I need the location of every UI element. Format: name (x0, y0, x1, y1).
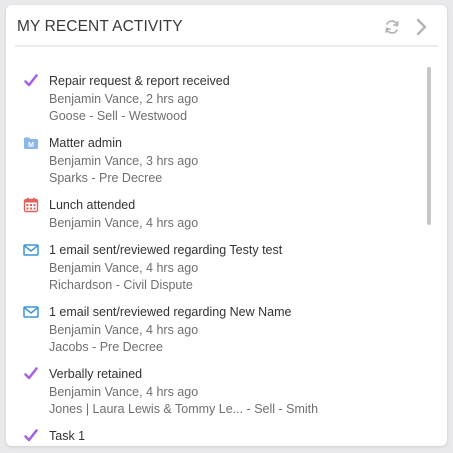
activity-matter: Jacobs - Pre Decree (49, 340, 163, 354)
activity-list: Repair request & report received Benjami… (6, 47, 447, 446)
activity-author-time: Benjamin Vance, 4 hrs ago (49, 323, 199, 337)
activity-author-time: Benjamin Vance, 2 hrs ago (49, 92, 199, 106)
svg-text:M: M (28, 142, 34, 149)
activity-author-time: Benjamin Vance, 4 hrs ago (49, 216, 199, 230)
activity-title: 1 email sent/reviewed regarding Testy te… (49, 243, 283, 257)
activity-matter: Sparks - Pre Decree (49, 171, 163, 185)
check-icon (23, 73, 39, 89)
activity-title: Matter admin (49, 136, 122, 150)
card-header: MY RECENT ACTIVITY (6, 5, 447, 46)
card-title: MY RECENT ACTIVITY (17, 18, 183, 35)
activity-title: 1 email sent/reviewed regarding New Name (49, 305, 292, 319)
check-icon (23, 366, 39, 382)
activity-author-time: Benjamin Vance, 4 hrs ago (49, 385, 199, 399)
activity-matter: Richardson - Civil Dispute (49, 278, 193, 292)
refresh-icon[interactable] (382, 17, 402, 37)
activity-title: Task 1 (49, 429, 86, 443)
recent-activity-card: MY RECENT ACTIVITY Repair request & repo… (6, 5, 447, 446)
activity-title: Verbally retained (49, 367, 143, 381)
activity-author-time: Benjamin Vance, 4 hrs ago (49, 261, 199, 275)
email-icon (23, 304, 39, 320)
activity-matter: Jones | Laura Lewis & Tommy Le... - Sell… (49, 402, 319, 416)
calendar-icon (23, 197, 39, 213)
email-icon (23, 242, 39, 258)
activity-title: Lunch attended (49, 198, 136, 212)
folder-icon: M (23, 135, 39, 151)
scrollbar-thumb[interactable] (427, 67, 431, 225)
check-icon (23, 428, 39, 444)
activity-author-time: Benjamin Vance, 3 hrs ago (49, 154, 199, 168)
chevron-right-icon[interactable] (411, 17, 431, 37)
activity-title: Repair request & report received (49, 74, 230, 88)
activity-matter: Goose - Sell - Westwood (49, 109, 188, 123)
